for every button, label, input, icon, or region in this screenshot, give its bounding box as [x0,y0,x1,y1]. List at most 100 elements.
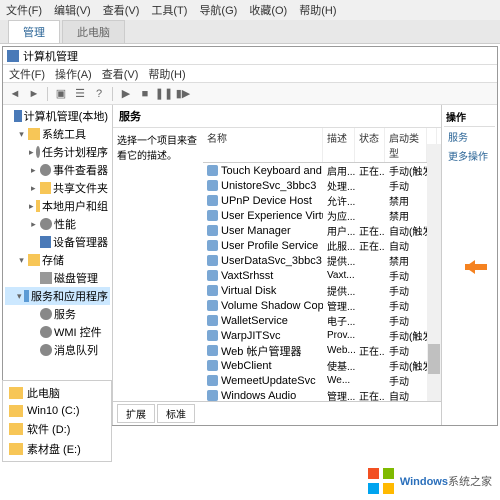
expand-icon[interactable]: ▸ [29,219,38,230]
tree-item[interactable]: ▸事件查看器 [5,161,110,179]
tree-item[interactable]: WMI 控件 [5,323,110,341]
expand-icon[interactable]: ▸ [29,183,38,194]
node-label: 消息队列 [54,342,98,358]
service-row[interactable]: Touch Keyboard and Ha...启用...正在...手动(触发.… [203,163,441,178]
service-row[interactable]: Volume Shadow Copy管理...手动∃ [203,298,441,313]
fwd-button[interactable]: ► [26,86,42,102]
scroll-thumb[interactable] [428,344,440,374]
node-label: 服务 [54,306,76,322]
service-row[interactable]: Web 帐户管理器Web...正在...手动∃ [203,343,441,358]
nav-tree[interactable]: 计算机管理(本地)▾系统工具▸任务计划程序▸事件查看器▸共享文件夹▸本地用户和组… [3,105,113,425]
tab-bar: 管理 此电脑 [0,20,500,44]
services-list[interactable]: 名称 描述 状态 启动类型 Touch Keyboard and Ha...启用… [203,128,441,401]
explorer-item[interactable]: 此电脑 [5,383,109,403]
node-label: 计算机管理(本地) [24,108,108,124]
tab-thispc[interactable]: 此电脑 [62,20,125,43]
tree-item[interactable]: 服务 [5,305,110,323]
menu-help[interactable]: 帮助(H) [299,2,336,18]
service-row[interactable]: WalletService电子...手动∃ [203,313,441,328]
service-start: 手动 [385,298,427,313]
stop-button[interactable]: ■ [137,86,153,102]
node-icon [36,200,40,212]
menu-nav[interactable]: 导航(G) [199,2,237,18]
expand-icon[interactable]: ▾ [17,291,22,302]
menu-edit[interactable]: 编辑(V) [54,2,91,18]
service-icon [207,285,218,296]
expand-icon[interactable]: ▸ [29,201,34,212]
service-row[interactable]: UnistoreSvc_3bbc3处理...手动∃ [203,178,441,193]
explorer-item[interactable]: 软件 (D:) [5,419,109,439]
service-icon [207,270,218,281]
service-row[interactable]: WebClient使基...手动(触发...∃ [203,358,441,373]
service-name: WebClient [221,360,272,372]
winmenu-view[interactable]: 查看(V) [102,66,139,81]
mmc-window: 计算机管理 文件(F) 操作(A) 查看(V) 帮助(H) ◄ ► ▣ ☰ ? … [2,46,498,426]
tab-extended[interactable]: 扩展 [117,404,155,423]
tree-item[interactable]: ▾系统工具 [5,125,110,143]
tree-item[interactable]: 设备管理器 [5,233,110,251]
refresh-button[interactable]: ? [91,86,107,102]
expand-icon[interactable]: ▸ [29,165,38,176]
service-row[interactable]: User Profile Service此服...正在...自动∃ [203,238,441,253]
service-row[interactable]: User Manager用户...正在...自动(触发...∃ [203,223,441,238]
service-row[interactable]: Windows Audio管理...正在...自动∃ [203,388,441,401]
tab-standard[interactable]: 标准 [157,404,195,423]
menu-view[interactable]: 查看(V) [103,2,140,18]
expand-icon[interactable]: ▾ [17,129,26,140]
app-icon [7,50,19,62]
service-row[interactable]: WarpJITSvcProv...手动(触发...∃ [203,328,441,343]
col-name[interactable]: 名称 [203,128,323,162]
service-icon [207,345,218,356]
menu-file[interactable]: 文件(F) [6,2,42,18]
back-button[interactable]: ◄ [7,86,23,102]
up-button[interactable]: ▣ [53,86,69,102]
service-name: WemeetUpdateSvc [221,375,316,387]
service-start: 禁用 [385,253,427,268]
service-icon [207,240,218,251]
tree-item[interactable]: 计算机管理(本地) [5,107,110,125]
col-desc[interactable]: 描述 [323,128,355,162]
winmenu-action[interactable]: 操作(A) [55,66,92,81]
service-row[interactable]: UserDataSvc_3bbc3提供...禁用∃ [203,253,441,268]
service-status: 正在... [355,163,385,178]
explorer-item[interactable]: 素材盘 (E:) [5,439,109,459]
explorer-tree[interactable]: 此电脑Win10 (C:)软件 (D:)素材盘 (E:) [2,380,112,462]
expand-icon[interactable]: ▸ [29,147,34,158]
service-row[interactable]: VaxtSrhsstVaxt...手动∃ [203,268,441,283]
tree-item[interactable]: ▾存储 [5,251,110,269]
service-row[interactable]: UPnP Device Host允许...禁用∃ [203,193,441,208]
service-name: UnistoreSvc_3bbc3 [221,180,316,192]
explorer-item[interactable]: Win10 (C:) [5,403,109,419]
vertical-scrollbar[interactable] [427,144,441,401]
tree-item[interactable]: ▸共享文件夹 [5,179,110,197]
tree-item[interactable]: ▾服务和应用程序 [5,287,110,305]
menu-tools[interactable]: 工具(T) [151,2,187,18]
tree-item[interactable]: ▸性能 [5,215,110,233]
service-row[interactable]: User Experience Virtualiz...为应...禁用∃ [203,208,441,223]
column-headers[interactable]: 名称 描述 状态 启动类型 [203,128,441,163]
app-menubar: 文件(F) 编辑(V) 查看(V) 工具(T) 导航(G) 收藏(O) 帮助(H… [0,0,500,20]
more-actions[interactable]: 更多操作 [444,146,495,165]
expand-icon[interactable]: ▾ [17,255,26,266]
menu-fav[interactable]: 收藏(O) [249,2,287,18]
service-row[interactable]: Virtual Disk提供...手动∃ [203,283,441,298]
restart-button[interactable]: ▮▶ [175,86,191,102]
col-start[interactable]: 启动类型 [385,128,427,162]
service-status: 正在... [355,388,385,401]
col-status[interactable]: 状态 [355,128,385,162]
tab-manage[interactable]: 管理 [8,20,60,43]
service-name: User Manager [221,225,291,237]
tree-item[interactable]: 消息队列 [5,341,110,359]
winmenu-file[interactable]: 文件(F) [9,66,45,81]
pause-button[interactable]: ❚❚ [156,86,172,102]
props-button[interactable]: ☰ [72,86,88,102]
service-row[interactable]: WemeetUpdateSvcWe...手动∃ [203,373,441,388]
tree-item[interactable]: ▸本地用户和组 [5,197,110,215]
winmenu-help[interactable]: 帮助(H) [148,66,185,81]
tree-item[interactable]: ▸任务计划程序 [5,143,110,161]
service-desc: 启用... [323,163,355,178]
service-desc: Vaxt... [323,270,355,281]
play-button[interactable]: ▶ [118,86,134,102]
watermark-text: Windows系统之家 [400,472,492,490]
tree-item[interactable]: 磁盘管理 [5,269,110,287]
